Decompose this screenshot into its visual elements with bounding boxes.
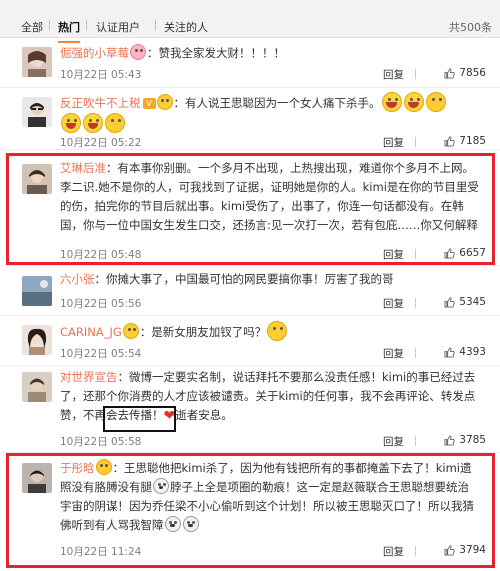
pray-emoji (156, 94, 173, 110)
comment-time: 10月22日 05:22 (60, 137, 142, 149)
thumb-up-icon (444, 67, 455, 79)
tab-divider (86, 20, 87, 30)
avatar[interactable] (22, 47, 52, 77)
reply-button[interactable]: 回复 (383, 346, 404, 361)
avatar[interactable] (22, 276, 52, 306)
comment-username[interactable]: 对世界宣告 (60, 370, 118, 384)
comment-text: 倔强的小草莓 ：赞我全家发大财！！！！ (60, 44, 480, 63)
like-button[interactable]: 3785 (444, 434, 486, 446)
like-count: 7185 (459, 135, 486, 147)
pray-emoji (425, 92, 446, 112)
comment-text: 六小张：你摊大事了，中国最可怕的网民要搞你事！厉害了我的哥 (60, 270, 480, 289)
like-count: 4393 (459, 346, 486, 358)
like-button[interactable]: 7856 (444, 67, 486, 79)
comment-item: 反正吹牛不上税 V ：有人说王思聪因为一个女人痛下杀手。 10月22日 05:22 … (0, 88, 500, 150)
pig-emoji (130, 44, 146, 60)
comment-body: ：赞我全家发大财！！！！ (147, 46, 285, 60)
avatar[interactable] (22, 325, 52, 355)
comment-time: 10月22日 05:56 (60, 298, 142, 310)
tab-hot[interactable]: 热门 (58, 19, 80, 43)
meta-divider (415, 69, 416, 79)
comment-username[interactable]: CARINA_JG (60, 325, 122, 339)
like-button[interactable]: 5345 (444, 296, 486, 308)
comment-meta: 10月22日 05:43 回复 7856 (60, 67, 486, 81)
comment-text: 反正吹牛不上税 V ：有人说王思聪因为一个女人痛下杀手。 (60, 92, 480, 134)
tab-all[interactable]: 全部 (21, 19, 43, 35)
thumb-up-icon (444, 434, 455, 446)
avatar[interactable] (22, 372, 52, 402)
comment-meta: 10月22日 05:54 回复 4393 (60, 346, 486, 360)
vip-badge: V (142, 98, 156, 109)
comment-meta: 10月22日 05:56 回复 5345 (60, 296, 486, 310)
meta-divider (415, 298, 416, 308)
reply-button[interactable]: 回复 (383, 434, 404, 449)
comment-body: ：有人说王思聪因为一个女人痛下杀手。 (173, 96, 381, 110)
comment-body: ：你摊大事了，中国最可怕的网民要搞你事！厉害了我的哥 (94, 272, 394, 286)
thumb-up-icon (444, 296, 455, 308)
highlight-box (6, 453, 495, 568)
comment-item: CARINA_JG ：是新女朋友加钗了吗？ 10月22日 05:54 回复 439… (0, 316, 500, 366)
meta-divider (415, 348, 416, 358)
comment-text: CARINA_JG ：是新女朋友加钗了吗？ (60, 321, 480, 342)
laugh-emoji (381, 92, 402, 112)
comment-meta: 10月22日 05:22 回复 7185 (60, 135, 486, 149)
like-button[interactable]: 4393 (444, 346, 486, 358)
pray-emoji (122, 323, 139, 339)
comment-body-end: 逝者安息。 (175, 408, 233, 422)
laugh-emoji (61, 113, 81, 133)
meta-divider (415, 137, 416, 147)
thumb-up-icon (444, 135, 455, 147)
comment-meta: 10月22日 05:58 回复 3785 (60, 434, 486, 448)
comment-time: 10月22日 05:58 (60, 436, 142, 448)
avatar[interactable] (22, 97, 52, 127)
meta-divider (415, 436, 416, 446)
comment-username[interactable]: 六小张 (60, 272, 95, 286)
comment-username[interactable]: 倔强的小草莓 (60, 46, 129, 60)
comment-item: 倔强的小草莓 ：赞我全家发大财！！！！ 10月22日 05:43 回复 7856 (0, 38, 500, 88)
like-button[interactable]: 7185 (444, 135, 486, 147)
comment-item: 对世界宣告：微博一定要实名制，说话拜托不要那么没责任感！kimi的事已经过去了，… (0, 366, 500, 453)
laugh-emoji (403, 92, 424, 112)
laugh-emoji (83, 113, 103, 133)
tab-divider (155, 20, 156, 30)
comment-item: 六小张：你摊大事了，中国最可怕的网民要搞你事！厉害了我的哥 10月22日 05:… (0, 266, 500, 316)
comment-time: 10月22日 05:43 (60, 69, 142, 81)
tab-following[interactable]: 关注的人 (164, 19, 208, 35)
like-count: 3785 (459, 434, 486, 446)
pray-emoji (267, 321, 288, 341)
reply-button[interactable]: 回复 (383, 67, 404, 82)
tab-verified[interactable]: 认证用户 (96, 19, 140, 35)
thumb-up-icon (444, 346, 455, 358)
tab-divider (49, 20, 50, 30)
reply-button[interactable]: 回复 (383, 135, 404, 150)
like-count: 7856 (459, 67, 486, 79)
highlight-box (6, 153, 495, 265)
comment-body: ：是新女朋友加钗了吗？ (139, 325, 267, 339)
like-count: 5345 (459, 296, 486, 308)
comment-time: 10月22日 05:54 (60, 348, 142, 360)
pray-emoji (105, 113, 125, 133)
comment-total-count: 共500条 (449, 21, 492, 34)
annotation-box (103, 406, 176, 432)
comment-username[interactable]: 反正吹牛不上税 (60, 96, 141, 110)
comment-filter-tabs: 全部 热门 认证用户 关注的人 共500条 (0, 0, 500, 43)
reply-button[interactable]: 回复 (383, 296, 404, 311)
